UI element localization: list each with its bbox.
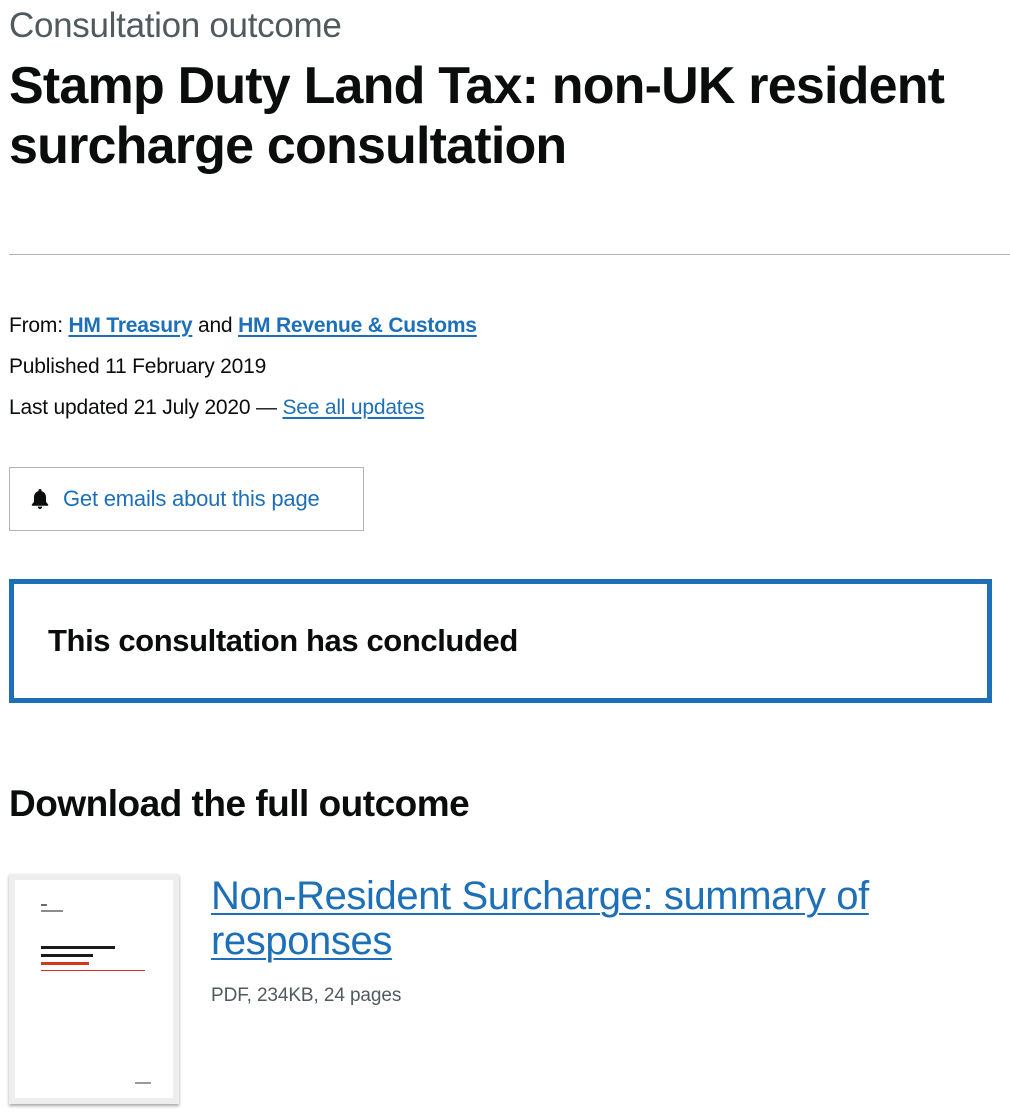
- consultation-page: Consultation outcome Stamp Duty Land Tax…: [0, 0, 1010, 1112]
- attachment-thumbnail[interactable]: [9, 874, 179, 1104]
- document-preview: [15, 880, 173, 1098]
- and-text: and: [197, 314, 233, 337]
- from-label: From:: [9, 314, 63, 337]
- publication-metadata: From: HM Treasury and HM Revenue & Custo…: [9, 305, 477, 428]
- notice-text: This consultation has concluded: [48, 623, 518, 658]
- org-link-hm-treasury[interactable]: HM Treasury: [68, 314, 192, 337]
- section-divider: [9, 254, 1010, 255]
- attachment-title-link[interactable]: Non-Resident Surcharge: summary of respo…: [211, 874, 931, 964]
- published-date: Published 11 February 2019: [9, 355, 267, 378]
- consultation-concluded-notice: This consultation has concluded: [9, 579, 992, 703]
- last-updated-date: Last updated 21 July 2020 —: [9, 396, 277, 419]
- page-title: Stamp Duty Land Tax: non-UK resident sur…: [9, 57, 945, 175]
- attachment-meta: PDF, 234KB, 24 pages: [211, 985, 402, 1006]
- download-heading: Download the full outcome: [9, 783, 470, 824]
- from-row: From: HM Treasury and HM Revenue & Custo…: [9, 305, 477, 346]
- last-updated-row: Last updated 21 July 2020 — See all upda…: [9, 387, 477, 428]
- get-emails-label: Get emails about this page: [63, 486, 320, 511]
- attachment: Non-Resident Surcharge: summary of respo…: [9, 872, 999, 1107]
- bell-icon: [28, 487, 52, 511]
- see-all-updates-link[interactable]: See all updates: [282, 396, 424, 419]
- get-emails-button[interactable]: Get emails about this page: [9, 467, 364, 531]
- page-caption: Consultation outcome: [9, 6, 342, 45]
- org-link-hmrc[interactable]: HM Revenue & Customs: [238, 314, 477, 337]
